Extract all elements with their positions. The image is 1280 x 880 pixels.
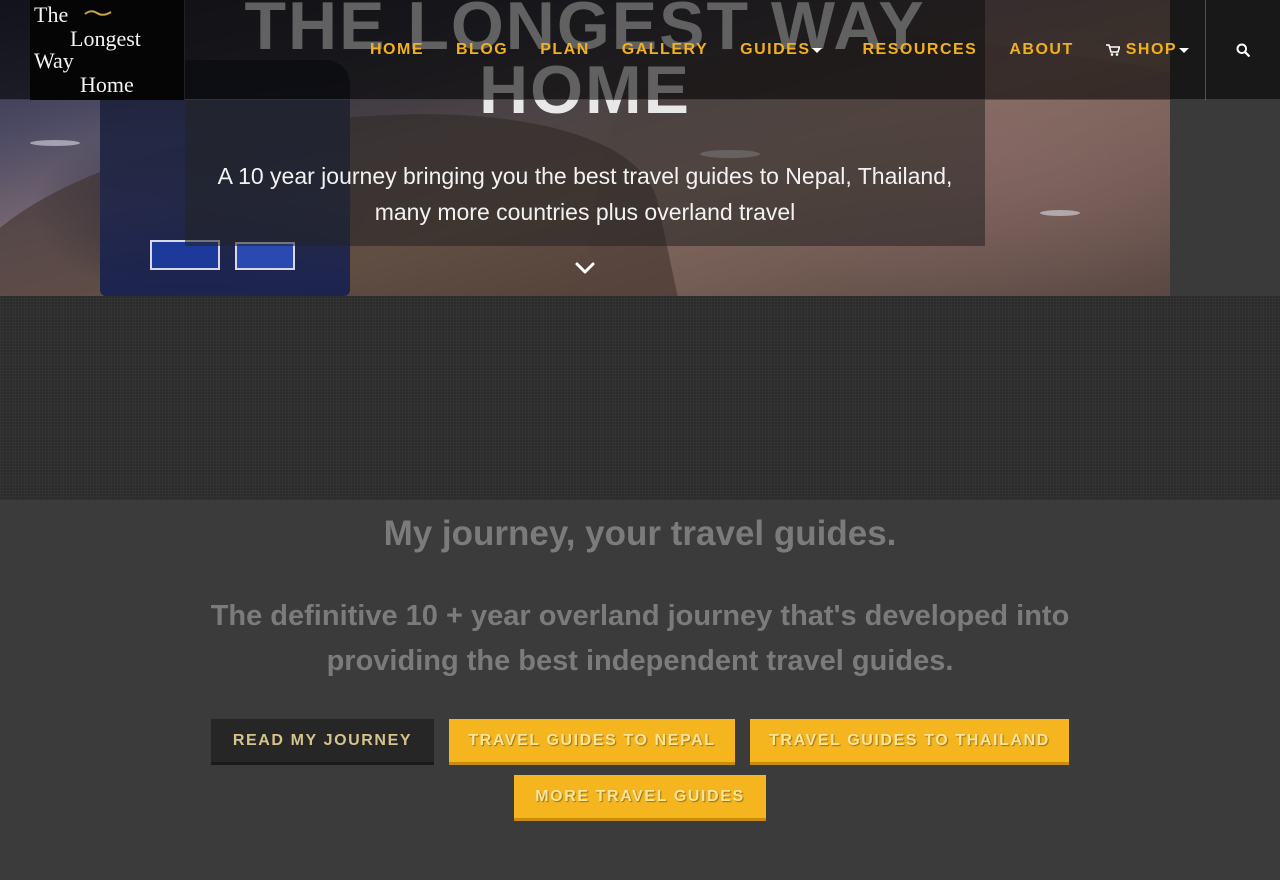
nav-item-label: HOME xyxy=(370,41,424,58)
logo-squiggle-icon xyxy=(84,10,112,16)
nav-item-label: PLAN xyxy=(540,41,590,58)
nav-item-shop[interactable]: SHOP xyxy=(1090,41,1205,59)
logo-text: The xyxy=(34,2,69,27)
chevron-down-icon[interactable] xyxy=(574,258,596,278)
button-label: TRAVEL GUIDES TO NEPAL xyxy=(468,731,716,749)
button-label: TRAVEL GUIDES TO THAILAND xyxy=(769,731,1050,749)
rickshaw-plate xyxy=(235,242,295,270)
nav-item-guides[interactable]: GUIDES xyxy=(724,41,838,59)
nav-item-label: ABOUT xyxy=(1009,41,1074,58)
section-heading: My journey, your travel guides. xyxy=(383,514,897,553)
nav-item-label: GUIDES xyxy=(740,41,811,58)
logo-text: Way xyxy=(34,48,74,73)
search-icon xyxy=(1236,43,1250,57)
site-logo[interactable]: The Longest Way Home xyxy=(30,0,185,100)
nav-item-about[interactable]: ABOUT xyxy=(993,41,1089,59)
thailand-guides-button[interactable]: TRAVEL GUIDES TO THAILAND xyxy=(750,719,1069,765)
snow-patch xyxy=(1040,210,1080,216)
nepal-guides-button[interactable]: TRAVEL GUIDES TO NEPAL xyxy=(449,719,735,765)
caret-down-icon xyxy=(1179,47,1190,53)
cart-icon xyxy=(1105,44,1120,56)
section-lede: The definitive 10 + year overland journe… xyxy=(210,600,1070,677)
hero-subtitle: A 10 year journey bringing you the best … xyxy=(217,163,953,225)
nav-item-blog[interactable]: BLOG xyxy=(440,41,524,59)
intro-section: My journey, your travel guides. The defi… xyxy=(0,500,1280,880)
ad-band xyxy=(0,296,1280,500)
nav-item-label: SHOP xyxy=(1125,41,1178,58)
top-navbar: The Longest Way Home HOME BLOG PLAN GALL… xyxy=(0,0,1280,100)
nav-item-home[interactable]: HOME xyxy=(354,41,440,59)
caret-down-icon xyxy=(812,47,823,53)
more-guides-button[interactable]: MORE TRAVEL GUIDES xyxy=(514,775,766,821)
nav-item-gallery[interactable]: GALLERY xyxy=(606,41,724,59)
button-label: MORE TRAVEL GUIDES xyxy=(535,787,745,805)
logo-text: Home xyxy=(80,72,134,97)
nav-item-label: GALLERY xyxy=(621,41,709,58)
search-button[interactable] xyxy=(1206,0,1280,100)
snow-patch xyxy=(30,140,80,146)
button-label: READ MY JOURNEY xyxy=(232,731,413,749)
nav-item-plan[interactable]: PLAN xyxy=(524,41,606,59)
main-menu: HOME BLOG PLAN GALLERY GUIDES RESOURCES … xyxy=(354,0,1205,100)
logo-text: Longest xyxy=(70,26,141,51)
nav-item-label: RESOURCES xyxy=(862,41,978,58)
nav-item-resources[interactable]: RESOURCES xyxy=(838,41,993,59)
read-journey-button[interactable]: READ MY JOURNEY xyxy=(211,719,434,765)
nav-item-label: BLOG xyxy=(456,41,509,58)
